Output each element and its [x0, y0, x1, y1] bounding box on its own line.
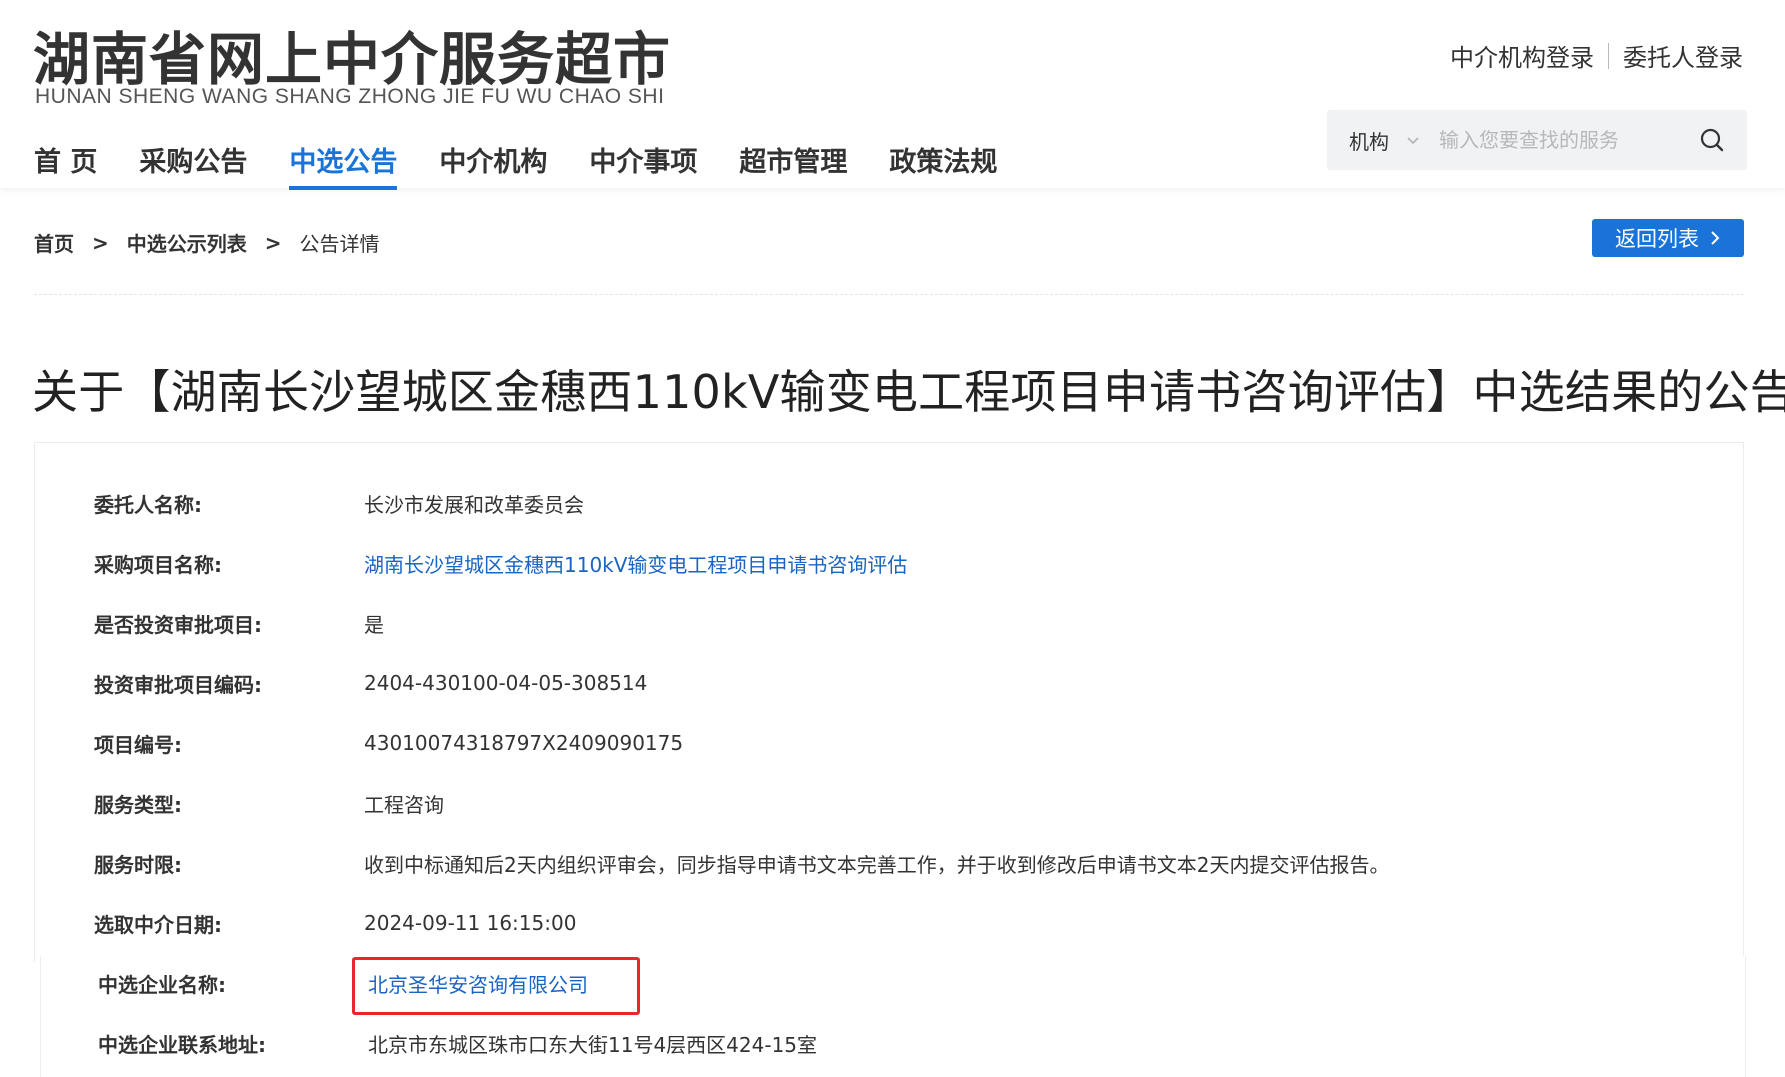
breadcrumb-list[interactable]: 中选公示列表: [127, 228, 247, 257]
nav-agency-matters[interactable]: 中介事项: [589, 140, 697, 189]
detail-value: 2024-09-11 16:15:00: [364, 911, 577, 935]
breadcrumb-separator: >: [264, 230, 282, 255]
nav-policies[interactable]: 政策法规: [889, 140, 997, 189]
detail-label: 服务类型:: [94, 792, 182, 817]
winning-company-highlight: [352, 957, 640, 1015]
detail-label: 是否投资审批项目:: [94, 612, 262, 637]
detail-row-service-deadline: 服务时限: 收到中标通知后2天内组织评审会，同步指导申请书文本完善工作，并于收到…: [94, 848, 1389, 878]
detail-row-selection-date: 选取中介日期: 2024-09-11 16:15:00: [94, 908, 576, 938]
breadcrumb-divider: [34, 294, 1744, 295]
detail-row-project-name: 采购项目名称: 湖南长沙望城区金穗西110kV输变电工程项目申请书咨询评估: [94, 548, 907, 578]
site-logo-pinyin: HUNAN SHENG WANG SHANG ZHONG JIE FU WU C…: [35, 85, 665, 108]
login-divider: [1608, 42, 1609, 69]
notice-details-panel: [34, 442, 1744, 962]
breadcrumb: 首页 > 中选公示列表 > 公告详情: [34, 228, 380, 257]
back-to-list-button[interactable]: 返回列表: [1592, 219, 1744, 257]
breadcrumb-separator: >: [92, 230, 109, 255]
site-header: 湖南省网上中介服务超市 HUNAN SHENG WANG SHANG ZHONG…: [0, 0, 1785, 190]
detail-label: 服务时限:: [94, 852, 182, 877]
breadcrumb-home[interactable]: 首页: [34, 228, 74, 257]
detail-label: 选取中介日期:: [94, 912, 222, 937]
detail-value: 工程咨询: [364, 792, 444, 817]
project-name-link[interactable]: 湖南长沙望城区金穗西110kV输变电工程项目申请书咨询评估: [364, 549, 907, 578]
site-logo[interactable]: 湖南省网上中介服务超市: [33, 14, 671, 96]
client-login-link[interactable]: 委托人登录: [1623, 38, 1743, 73]
login-links: 中介机构登录 委托人登录: [1450, 38, 1743, 73]
detail-label: 委托人名称:: [94, 492, 202, 517]
agency-login-link[interactable]: 中介机构登录: [1450, 38, 1594, 73]
nav-home[interactable]: 首 页: [34, 140, 97, 189]
detail-row-client: 委托人名称: 长沙市发展和改革委员会: [94, 488, 584, 518]
nav-market-management[interactable]: 超市管理: [739, 140, 847, 189]
breadcrumb-current: 公告详情: [299, 232, 380, 256]
search-bar: 机构: [1327, 110, 1747, 170]
chevron-down-icon[interactable]: [1405, 132, 1421, 148]
nav-agencies[interactable]: 中介机构: [439, 140, 547, 189]
search-input[interactable]: [1439, 128, 1689, 152]
detail-row-investment-approval: 是否投资审批项目: 是: [94, 608, 384, 638]
nav-selection-notices[interactable]: 中选公告: [289, 140, 398, 190]
detail-row-company-address: 中选企业联系地址: 北京市东城区珠市口东大街11号4层西区424-15室: [98, 1028, 817, 1058]
detail-label: 投资审批项目编码:: [94, 672, 262, 697]
detail-value: 2404-430100-04-05-308514: [364, 671, 648, 695]
detail-label: 中选企业名称:: [98, 972, 226, 997]
detail-row-project-number: 项目编号: 43010074318797X2409090175: [94, 728, 683, 758]
main-nav: 首 页 采购公告 中选公告 中介机构 中介事项 超市管理 政策法规: [34, 140, 1039, 190]
chevron-right-icon: [1711, 231, 1720, 245]
detail-value: 长沙市发展和改革委员会: [364, 492, 584, 517]
detail-row-service-type: 服务类型: 工程咨询: [94, 788, 444, 818]
detail-label: 中选企业联系地址:: [98, 1032, 266, 1057]
detail-label: 采购项目名称:: [94, 552, 222, 577]
nav-procurement-notices[interactable]: 采购公告: [139, 140, 247, 189]
detail-label: 项目编号:: [94, 732, 182, 757]
detail-row-approval-code: 投资审批项目编码: 2404-430100-04-05-308514: [94, 668, 647, 698]
back-to-list-label: 返回列表: [1615, 227, 1699, 251]
detail-value: 收到中标通知后2天内组织评审会，同步指导申请书文本完善工作，并于收到修改后申请书…: [364, 852, 1390, 877]
detail-value: 43010074318797X2409090175: [364, 731, 684, 755]
search-category-select[interactable]: 机构: [1349, 126, 1389, 155]
detail-value: 北京市东城区珠市口东大街11号4层西区424-15室: [368, 1032, 818, 1057]
notice-title: 关于【湖南长沙望城区金穗西110kV输变电工程项目申请书咨询评估】中选结果的公告: [32, 365, 1785, 419]
search-icon[interactable]: [1699, 127, 1725, 153]
detail-value: 是: [364, 612, 384, 637]
